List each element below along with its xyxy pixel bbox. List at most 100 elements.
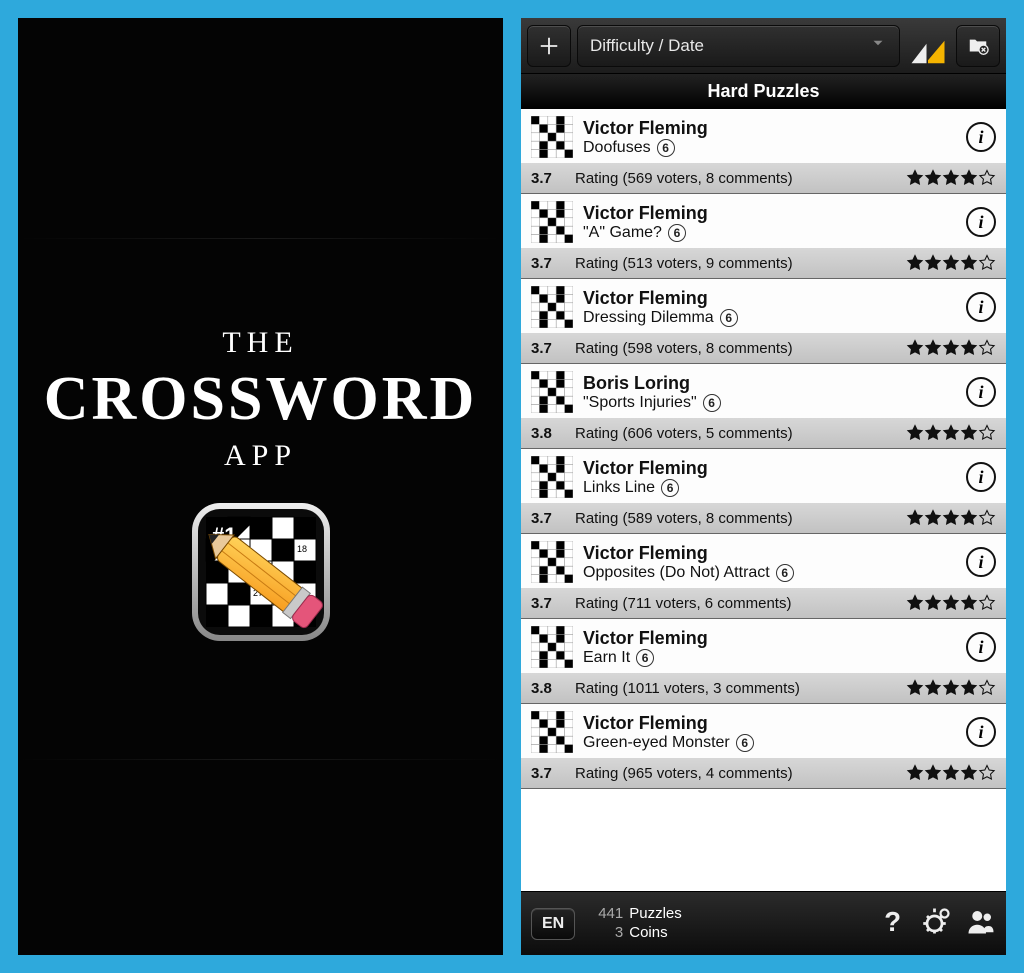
puzzle-title: Links Line [583,479,655,497]
rating-score: 3.7 [531,340,565,357]
puzzles-count: 441 [589,905,623,924]
title-line-1: THE [44,326,478,360]
rating-stars [906,764,996,782]
puzzle-thumbnail-icon [531,456,573,498]
coin-badge: 6 [657,139,675,157]
puzzle-thumbnail-icon [531,711,573,753]
coin-badge: 6 [703,394,721,412]
sort-dropdown[interactable]: Difficulty / Date [577,25,900,67]
puzzle-title: Dressing Dilemma [583,309,714,327]
rating-text: Rating (598 voters, 8 comments) [575,340,896,357]
title-line-2: CROSSWORD [44,364,478,435]
svg-text:?: ? [884,906,901,936]
rating-text: Rating (1011 voters, 3 comments) [575,680,896,697]
title-line-3: APP [44,439,478,473]
puzzle-author: Victor Fleming [583,628,956,649]
rating-stars [906,169,996,187]
footer-bar: EN 441Puzzles 3Coins ? [521,891,1006,955]
section-title: Hard Puzzles [521,74,1006,109]
puzzle-author: Victor Fleming [583,288,956,309]
puzzle-row[interactable]: Victor Fleming Earn It 6 i 3.8 Rating (1… [521,619,1006,704]
add-button[interactable] [527,25,571,67]
plus-icon [538,35,560,57]
puzzle-thumbnail-icon [531,371,573,413]
puzzle-row[interactable]: Victor Fleming Dressing Dilemma 6 i 3.7 … [521,279,1006,364]
chevron-down-icon [869,34,887,57]
info-button[interactable]: i [966,122,996,152]
rating-score: 3.7 [531,765,565,782]
puzzle-row[interactable]: Victor Fleming Green-eyed Monster 6 i 3.… [521,704,1006,789]
info-button[interactable]: i [966,377,996,407]
coins-count: 3 [589,924,623,943]
coin-badge: 6 [668,224,686,242]
splash-screen: THE CROSSWORD APP [18,18,503,955]
rating-text: Rating (606 voters, 5 comments) [575,425,896,442]
language-button[interactable]: EN [531,908,575,940]
puzzle-title: Earn It [583,649,630,667]
coin-badge: 6 [636,649,654,667]
rating-stars [906,594,996,612]
toolbar: Difficulty / Date [521,18,1006,74]
rating-stars [906,254,996,272]
rating-stars [906,679,996,697]
info-button[interactable]: i [966,717,996,747]
info-button[interactable]: i [966,292,996,322]
coin-badge: 6 [720,309,738,327]
info-button[interactable]: i [966,462,996,492]
puzzle-title: "Sports Injuries" [583,394,697,412]
puzzle-list-screen: Difficulty / Date Hard Puzzles [521,18,1006,955]
rating-score: 3.7 [531,170,565,187]
puzzle-thumbnail-icon [531,541,573,583]
rating-stars [906,339,996,357]
archive-button[interactable] [956,25,1000,67]
puzzle-row[interactable]: Victor Fleming Opposites (Do Not) Attrac… [521,534,1006,619]
difficulty-filter-button[interactable] [906,25,950,67]
info-button[interactable]: i [966,547,996,577]
puzzle-author: Victor Fleming [583,203,956,224]
rating-text: Rating (569 voters, 8 comments) [575,170,896,187]
puzzle-title: Opposites (Do Not) Attract [583,564,770,582]
puzzle-title: "A" Game? [583,224,662,242]
coin-badge: 6 [776,564,794,582]
folder-x-icon [967,35,989,57]
puzzle-author: Victor Fleming [583,543,956,564]
profile-button[interactable] [966,906,996,941]
rating-score: 3.7 [531,595,565,612]
settings-button[interactable] [922,906,952,941]
rating-text: Rating (711 voters, 6 comments) [575,595,896,612]
app-title-block: THE CROSSWORD APP [44,326,478,473]
info-button[interactable]: i [966,207,996,237]
people-icon [966,906,996,936]
rating-score: 3.7 [531,255,565,272]
rating-text: Rating (589 voters, 8 comments) [575,510,896,527]
rating-text: Rating (965 voters, 4 comments) [575,765,896,782]
coins-label: Coins [629,924,667,941]
puzzle-thumbnail-icon [531,626,573,668]
svg-text:18: 18 [297,544,307,554]
rating-stars [906,424,996,442]
puzzle-row[interactable]: Victor Fleming Doofuses 6 i 3.7 Rating (… [521,109,1006,194]
puzzle-thumbnail-icon [531,286,573,328]
puzzle-thumbnail-icon [531,116,573,158]
question-icon: ? [878,906,908,936]
rating-score: 3.7 [531,510,565,527]
counters: 441Puzzles 3Coins [589,905,682,943]
rating-score: 3.8 [531,680,565,697]
puzzle-row[interactable]: Boris Loring "Sports Injuries" 6 i 3.8 R… [521,364,1006,449]
sort-label: Difficulty / Date [590,36,704,56]
puzzle-list[interactable]: Victor Fleming Doofuses 6 i 3.7 Rating (… [521,109,1006,891]
coin-badge: 6 [661,479,679,497]
puzzle-row[interactable]: Victor Fleming Links Line 6 i 3.7 Rating… [521,449,1006,534]
puzzle-row[interactable]: Victor Fleming "A" Game? 6 i 3.7 Rating … [521,194,1006,279]
puzzle-author: Victor Fleming [583,458,956,479]
puzzle-title: Green-eyed Monster [583,734,730,752]
puzzle-author: Boris Loring [583,373,956,394]
info-button[interactable]: i [966,632,996,662]
puzzle-author: Victor Fleming [583,713,956,734]
puzzle-title: Doofuses [583,139,651,157]
puzzle-author: Victor Fleming [583,118,956,139]
puzzle-thumbnail-icon [531,201,573,243]
app-icon: #1 17 18 27 [186,497,336,647]
rating-stars [906,509,996,527]
help-button[interactable]: ? [878,906,908,941]
